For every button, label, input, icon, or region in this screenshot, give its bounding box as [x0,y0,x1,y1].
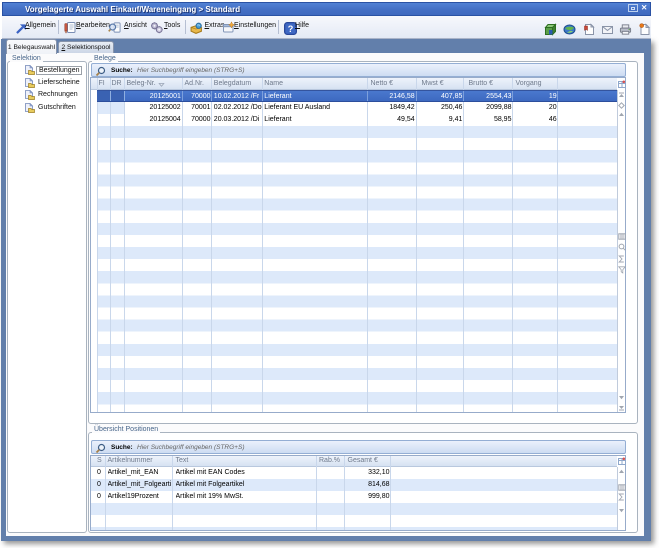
svg-text:?: ? [288,24,294,34]
